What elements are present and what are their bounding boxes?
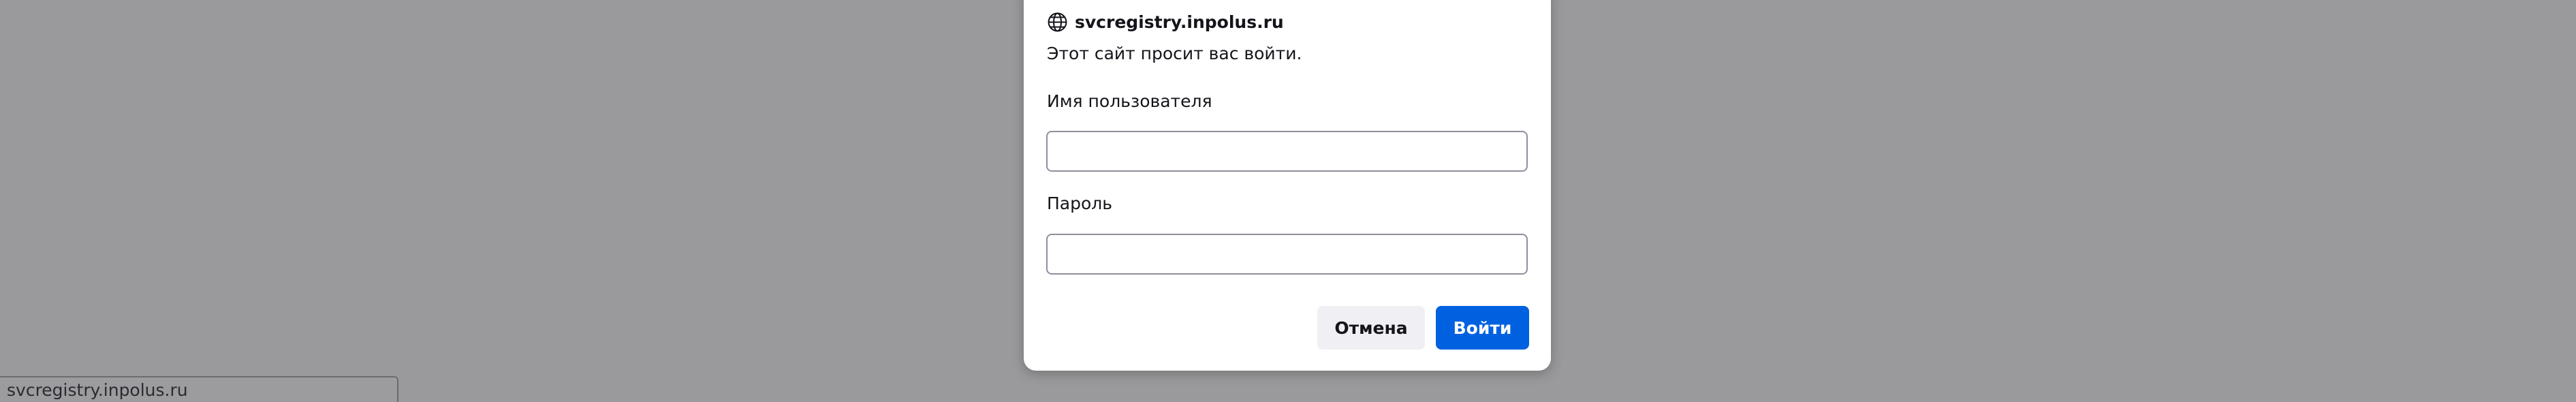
globe-icon xyxy=(1047,12,1068,33)
page-backdrop: svcregistry.inpolus.ru Этот сайт просит … xyxy=(0,0,2576,402)
status-bar-url: svcregistry.inpolus.ru xyxy=(7,380,188,400)
dialog-origin: svcregistry.inpolus.ru xyxy=(1075,12,1284,32)
password-label: Пароль xyxy=(1047,194,1112,213)
username-label: Имя пользователя xyxy=(1047,91,1212,111)
dialog-origin-row: svcregistry.inpolus.ru xyxy=(1047,11,1284,33)
dialog-message: Этот сайт просит вас войти. xyxy=(1047,44,1302,63)
cancel-button[interactable]: Отмена xyxy=(1317,306,1425,350)
login-button[interactable]: Войти xyxy=(1436,306,1529,350)
password-field[interactable] xyxy=(1046,234,1528,275)
auth-dialog: svcregistry.inpolus.ru Этот сайт просит … xyxy=(1024,0,1551,371)
username-field[interactable] xyxy=(1046,131,1528,172)
status-bar: svcregistry.inpolus.ru xyxy=(0,376,398,402)
